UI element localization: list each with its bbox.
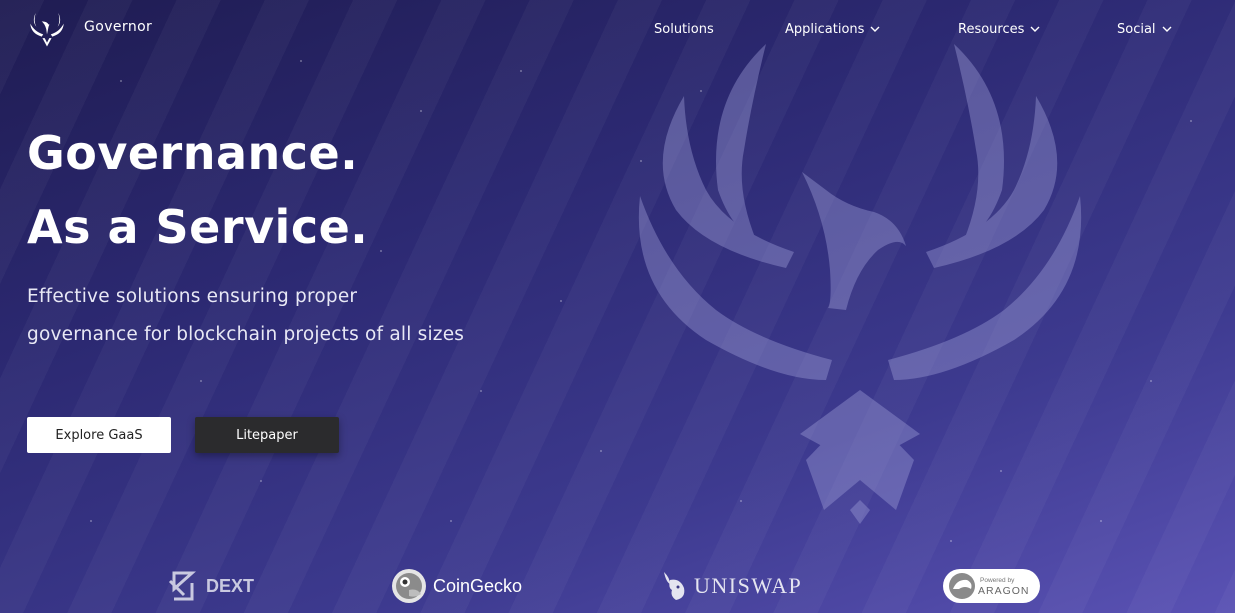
partner-uniswap[interactable]: UNISWAP <box>660 566 802 606</box>
hero-title-line1: Governance. <box>27 126 359 180</box>
hero-subtitle-line2: governance for blockchain projects of al… <box>27 324 465 345</box>
chevron-down-icon <box>1162 26 1172 32</box>
nav-applications[interactable]: Applications <box>785 19 880 39</box>
nav-solutions-label: Solutions <box>654 21 714 37</box>
dext-label: DEXT <box>206 575 255 596</box>
litepaper-button[interactable]: Litepaper <box>195 417 339 453</box>
phoenix-logo-icon[interactable] <box>28 10 66 48</box>
uniswap-label: UNISWAP <box>694 573 803 598</box>
explore-gaas-button[interactable]: Explore GaaS <box>27 417 171 453</box>
hero-title-line2: As a Service. <box>27 200 369 254</box>
dext-logo-icon <box>168 571 196 601</box>
nav-resources[interactable]: Resources <box>958 19 1040 39</box>
chevron-down-icon <box>870 26 880 32</box>
coingecko-label: CoinGecko <box>433 575 523 596</box>
nav-social-label: Social <box>1117 21 1156 37</box>
nav-solutions[interactable]: Solutions <box>654 19 714 39</box>
aragon-logo-icon <box>949 573 975 599</box>
unicorn-logo-icon <box>664 572 685 600</box>
partner-dext[interactable]: DEXT <box>166 566 254 606</box>
hero-subtitle-line1: Effective solutions ensuring proper <box>27 286 358 307</box>
partner-aragon[interactable]: Powered by ARAGON <box>943 569 1040 603</box>
chevron-down-icon <box>1030 26 1040 32</box>
brand-name[interactable]: Governor <box>84 19 152 35</box>
nav-social[interactable]: Social <box>1117 19 1172 39</box>
aragon-label: ARAGON <box>978 585 1030 597</box>
aragon-powered-label: Powered by <box>980 577 1015 584</box>
phoenix-hero-icon <box>638 44 1082 524</box>
nav-applications-label: Applications <box>785 21 865 37</box>
nav-resources-label: Resources <box>958 21 1025 37</box>
coingecko-logo-icon <box>392 569 426 603</box>
partner-coingecko[interactable]: CoinGecko <box>391 566 522 606</box>
